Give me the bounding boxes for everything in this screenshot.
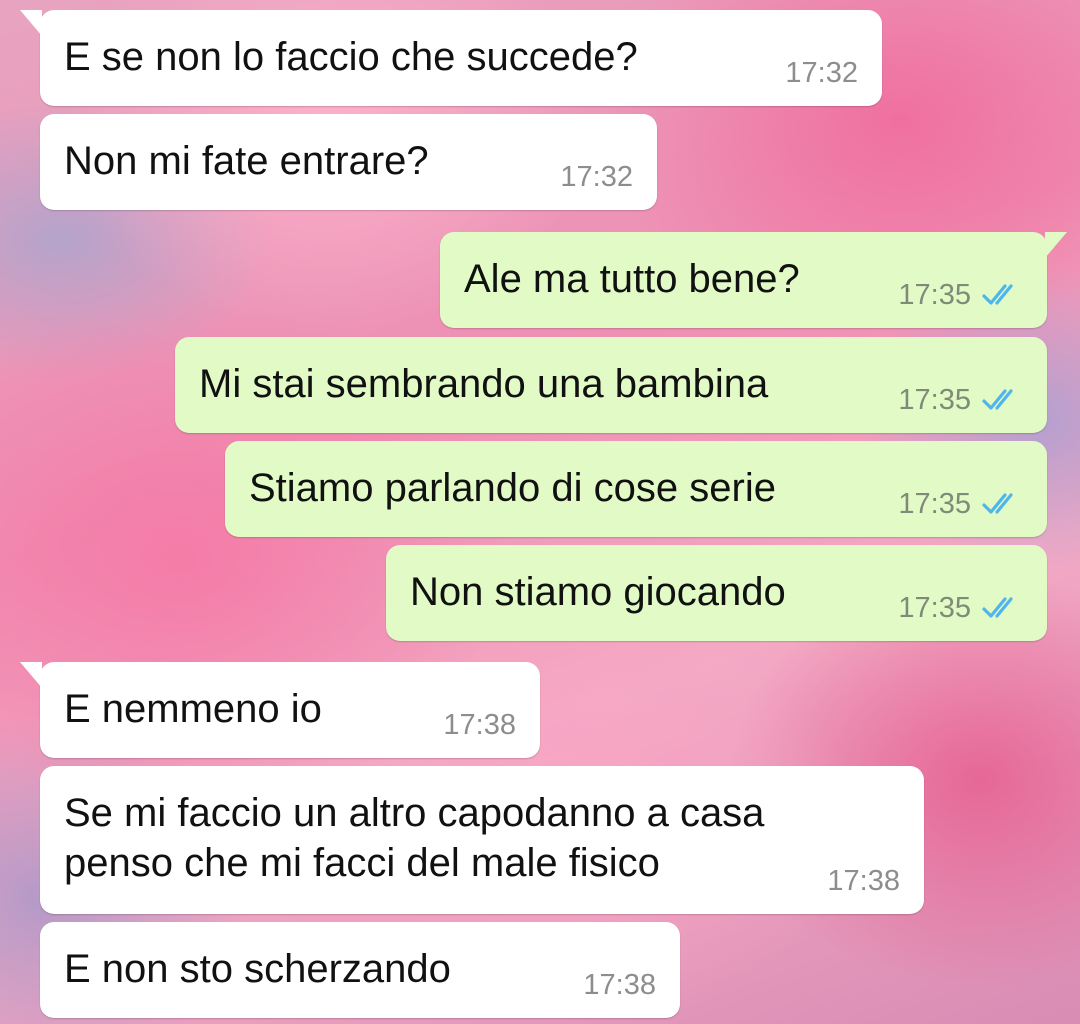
- message-time: 17:35: [898, 592, 971, 624]
- read-double-check-icon: [982, 493, 1013, 514]
- message-meta: 17:35: [898, 278, 1023, 312]
- message-time: 17:32: [560, 161, 633, 193]
- read-double-check-icon: [982, 389, 1013, 410]
- message-time: 17:38: [827, 865, 900, 897]
- message-meta: 17:32: [785, 56, 858, 90]
- chat-conversation: E se non lo faccio che succede? 17:32 No…: [0, 0, 1080, 1024]
- message-meta: 17:38: [827, 864, 900, 898]
- message-text: E nemmeno io: [64, 687, 322, 731]
- message-bubble-incoming[interactable]: E non sto scherzando 17:38: [40, 922, 680, 1018]
- message-meta: 17:35: [898, 591, 1023, 625]
- message-time: 17:35: [898, 488, 971, 520]
- read-double-check-icon: [982, 284, 1013, 305]
- message-meta: 17:38: [583, 968, 656, 1002]
- message-text: Non mi fate entrare?: [64, 139, 429, 183]
- message-text: E non sto scherzando: [64, 947, 451, 991]
- message-text: Non stiamo giocando: [410, 570, 786, 614]
- message-text: E se non lo faccio che succede?: [64, 35, 638, 79]
- message-time: 17:38: [443, 709, 516, 741]
- message-text: Ale ma tutto bene?: [464, 257, 800, 301]
- message-text: Mi stai sembrando una bambina: [199, 362, 769, 406]
- read-double-check-icon: [982, 597, 1013, 618]
- message-bubble-incoming[interactable]: E se non lo faccio che succede? 17:32: [20, 10, 882, 106]
- message-meta: 17:35: [898, 487, 1023, 521]
- message-meta: 17:35: [898, 383, 1023, 417]
- message-bubble-incoming[interactable]: Se mi faccio un altro capodanno a casa p…: [40, 766, 924, 914]
- message-bubble-outgoing[interactable]: Mi stai sembrando una bambina 17:35: [175, 337, 1047, 433]
- message-text: Se mi faccio un altro capodanno a casa p…: [64, 791, 765, 885]
- message-time: 17:32: [785, 57, 858, 89]
- message-bubble-outgoing[interactable]: Non stiamo giocando 17:35: [386, 545, 1047, 641]
- message-meta: 17:32: [560, 160, 633, 194]
- message-bubble-incoming[interactable]: E nemmeno io 17:38: [20, 662, 540, 758]
- message-bubble-outgoing[interactable]: Stiamo parlando di cose serie 17:35: [225, 441, 1047, 537]
- message-bubble-outgoing[interactable]: Ale ma tutto bene? 17:35: [440, 232, 1067, 328]
- message-bubble-incoming[interactable]: Non mi fate entrare? 17:32: [40, 114, 657, 210]
- message-time: 17:35: [898, 279, 971, 311]
- message-time: 17:38: [583, 969, 656, 1001]
- message-text: Stiamo parlando di cose serie: [249, 466, 776, 510]
- message-time: 17:35: [898, 384, 971, 416]
- message-meta: 17:38: [443, 708, 516, 742]
